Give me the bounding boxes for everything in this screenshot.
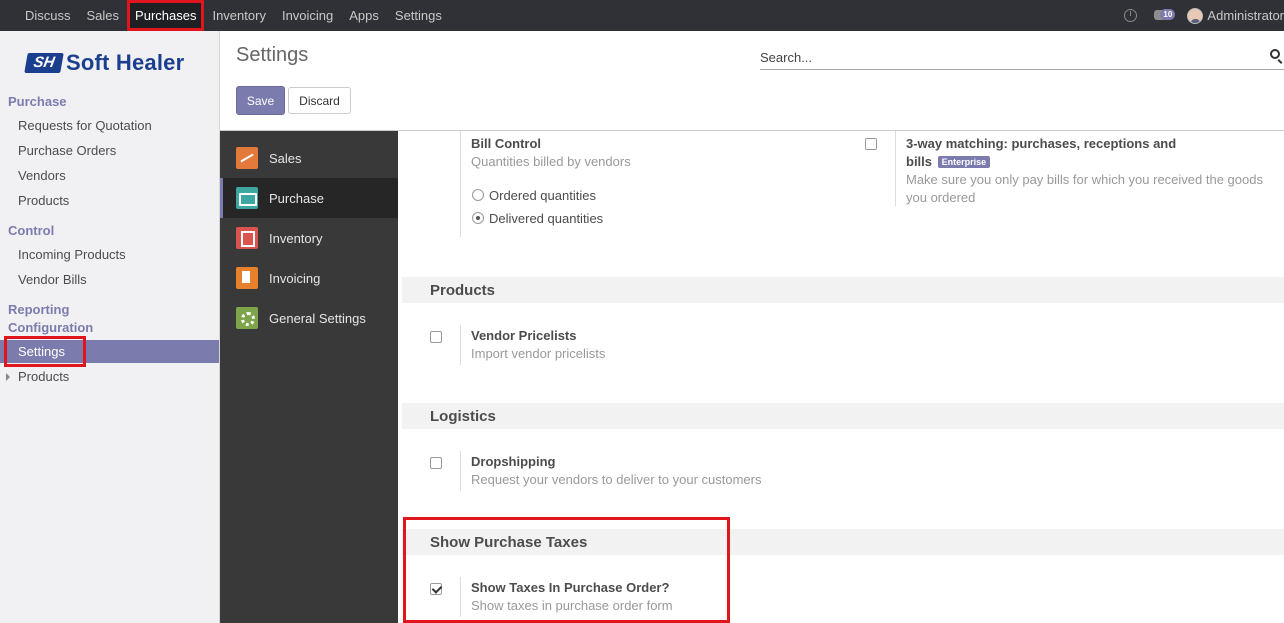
three-way-matching-description-line2: you ordered bbox=[906, 190, 976, 205]
settings-app-inventory[interactable]: Inventory bbox=[220, 218, 398, 258]
three-way-matching-bills: bills bbox=[906, 154, 933, 169]
radio-ordered-quantities[interactable] bbox=[472, 189, 484, 201]
sidebar-item-settings-active[interactable]: Settings bbox=[0, 336, 219, 367]
settings-app-label: Sales bbox=[269, 150, 302, 166]
setting-divider bbox=[460, 577, 461, 617]
three-way-matching-title-line2: bills Enterprise bbox=[906, 154, 991, 169]
search-bar bbox=[760, 45, 1284, 70]
menu-apps[interactable]: Apps bbox=[341, 0, 387, 31]
section-title: Show Purchase Taxes bbox=[430, 534, 588, 551]
menu-inventory[interactable]: Inventory bbox=[204, 0, 273, 31]
sidebar-item-vendor-bills[interactable]: Vendor Bills bbox=[18, 272, 87, 287]
vendor-pricelists-checkbox[interactable] bbox=[430, 331, 442, 343]
sidebar-item-incoming-products[interactable]: Incoming Products bbox=[18, 247, 126, 262]
settings-app-label: Invoicing bbox=[269, 270, 321, 286]
settings-apps-nav: Sales Purchase Inventory Invoicing Gener… bbox=[220, 131, 398, 623]
company-logo: SH Soft Healer bbox=[24, 50, 185, 75]
sales-chart-icon bbox=[236, 147, 258, 169]
chat-count-badge: 10 bbox=[1160, 8, 1176, 20]
settings-app-label: General Settings bbox=[269, 310, 366, 326]
setting-divider bbox=[895, 131, 896, 206]
purchase-card-icon bbox=[236, 187, 258, 209]
user-menu[interactable]: Administrator bbox=[1207, 8, 1284, 23]
user-avatar[interactable] bbox=[1187, 7, 1204, 24]
settings-app-label: Purchase bbox=[269, 190, 324, 206]
sidebar-item-rfq[interactable]: Requests for Quotation bbox=[18, 118, 152, 133]
vendor-pricelists-description: Import vendor pricelists bbox=[471, 346, 606, 361]
sidebar-item-config-products[interactable]: Products bbox=[18, 369, 69, 384]
three-way-matching-checkbox[interactable] bbox=[865, 138, 877, 150]
settings-content: Bill Control Quantities billed by vendor… bbox=[398, 131, 1284, 623]
menu-sales[interactable]: Sales bbox=[79, 0, 128, 31]
sidebar-section-configuration[interactable]: Configuration bbox=[8, 320, 93, 335]
section-header-products: Products bbox=[402, 277, 1284, 303]
dropshipping-checkbox[interactable] bbox=[430, 457, 442, 469]
settings-app-invoicing[interactable]: Invoicing bbox=[220, 258, 398, 298]
radio-ordered-label[interactable]: Ordered quantities bbox=[489, 188, 596, 203]
sidebar-section-purchase[interactable]: Purchase bbox=[8, 94, 67, 109]
vendor-pricelists-title: Vendor Pricelists bbox=[471, 328, 577, 343]
sidebar-item-purchase-orders[interactable]: Purchase Orders bbox=[18, 143, 116, 158]
section-title: Logistics bbox=[430, 408, 496, 425]
softhealer-logo-mark: SH bbox=[24, 53, 64, 73]
enterprise-badge: Enterprise bbox=[937, 156, 991, 168]
softhealer-logo-text: Soft Healer bbox=[66, 50, 185, 75]
three-way-matching-title: 3-way matching: purchases, receptions an… bbox=[906, 136, 1177, 151]
radio-delivered-quantities[interactable] bbox=[472, 212, 484, 224]
dropshipping-description: Request your vendors to deliver to your … bbox=[471, 472, 762, 487]
sidebar-section-reporting[interactable]: Reporting bbox=[8, 302, 69, 317]
menu-settings[interactable]: Settings bbox=[387, 0, 450, 31]
menu-discuss[interactable]: Discuss bbox=[17, 0, 79, 31]
settings-app-label: Inventory bbox=[269, 230, 323, 246]
radio-delivered-label[interactable]: Delivered quantities bbox=[489, 211, 603, 226]
main-menu: Discuss Sales Purchases Inventory Invoic… bbox=[17, 0, 450, 31]
settings-app-purchase[interactable]: Purchase bbox=[220, 178, 398, 218]
setting-divider bbox=[460, 131, 461, 237]
app-sidebar: SH Soft Healer Purchase Requests for Quo… bbox=[0, 31, 220, 623]
sidebar-item-vendors[interactable]: Vendors bbox=[18, 168, 66, 183]
show-taxes-title: Show Taxes In Purchase Order? bbox=[471, 580, 670, 595]
systray: 10 Administrator bbox=[1124, 0, 1284, 31]
show-taxes-checkbox[interactable] bbox=[430, 583, 442, 595]
bill-control-description: Quantities billed by vendors bbox=[471, 154, 631, 169]
setting-divider bbox=[460, 451, 461, 491]
setting-divider bbox=[460, 325, 461, 365]
invoice-document-icon bbox=[236, 267, 258, 289]
page-title: Settings bbox=[236, 44, 309, 66]
sidebar-section-control[interactable]: Control bbox=[8, 223, 54, 238]
discard-button[interactable]: Discard bbox=[288, 87, 351, 114]
gear-icon bbox=[236, 307, 258, 329]
show-taxes-description: Show taxes in purchase order form bbox=[471, 598, 673, 613]
section-header-purchase-taxes: Show Purchase Taxes bbox=[402, 529, 1284, 555]
settings-app-sales[interactable]: Sales bbox=[220, 138, 398, 178]
sidebar-item-products[interactable]: Products bbox=[18, 193, 69, 208]
search-icon[interactable] bbox=[1270, 49, 1280, 59]
search-input[interactable] bbox=[760, 45, 1284, 69]
menu-purchases[interactable]: Purchases bbox=[127, 0, 205, 31]
caret-right-icon[interactable] bbox=[6, 373, 10, 381]
dropshipping-title: Dropshipping bbox=[471, 454, 556, 469]
inventory-building-icon bbox=[236, 227, 258, 249]
bill-control-title: Bill Control bbox=[471, 136, 542, 151]
save-button[interactable]: Save bbox=[236, 86, 285, 115]
section-header-logistics: Logistics bbox=[402, 403, 1284, 429]
messaging-button[interactable]: 10 bbox=[1154, 8, 1176, 23]
top-navbar: Discuss Sales Purchases Inventory Invoic… bbox=[0, 0, 1284, 31]
section-title: Products bbox=[430, 282, 496, 299]
sidebar-item-settings[interactable]: Settings bbox=[4, 336, 86, 367]
three-way-matching-description: Make sure you only pay bills for which y… bbox=[906, 172, 1263, 187]
settings-app-general[interactable]: General Settings bbox=[220, 298, 398, 338]
activity-clock-icon[interactable] bbox=[1124, 9, 1138, 22]
menu-invoicing[interactable]: Invoicing bbox=[274, 0, 341, 31]
